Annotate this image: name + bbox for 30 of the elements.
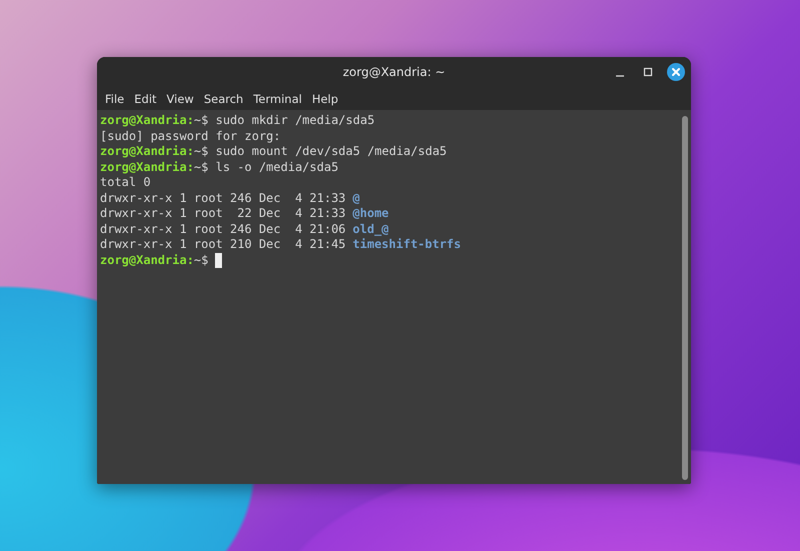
minimize-icon — [615, 75, 625, 77]
menu-item[interactable]: Edit — [130, 90, 161, 108]
terminal-text: [sudo] password for zorg: — [100, 128, 281, 144]
terminal-text: drwxr-xr-x 1 root 22 Dec 4 21:33 — [100, 206, 346, 222]
menu-item[interactable]: View — [162, 90, 198, 108]
terminal-text: ~$ sudo mkdir /media/sda5 — [194, 113, 375, 128]
directory-name: @ — [352, 190, 360, 206]
prompt-text: zorg@Xandria: — [100, 113, 194, 128]
window-title: zorg@Xandria: ~ — [342, 65, 446, 79]
prompt-text: zorg@Xandria: — [100, 252, 194, 268]
terminal-text: total 0 — [100, 175, 151, 190]
directory-name: old_@ — [352, 222, 389, 237]
prompt-text: zorg@Xandria: — [100, 160, 194, 175]
terminal-text: drwxr-xr-x 1 root 210 Dec 4 21:45 — [100, 237, 346, 252]
terminal-text: ~$ sudo mount /dev/sda5 /media/sda5 — [194, 144, 447, 160]
directory-name: @home — [352, 206, 389, 222]
terminal-text: drwxr-xr-x 1 root 246 Dec 4 21:33 — [100, 190, 346, 206]
terminal-text: ~$ ls -o /media/sda5 — [194, 160, 338, 175]
close-icon — [671, 67, 681, 77]
maximize-icon — [643, 67, 653, 77]
prompt-text: zorg@Xandria: — [100, 144, 194, 160]
close-button[interactable] — [667, 63, 685, 81]
directory-name: timeshift-btrfs — [352, 237, 462, 252]
menu-item[interactable]: File — [101, 90, 128, 108]
menu-item[interactable]: Terminal — [249, 90, 306, 108]
terminal-text: drwxr-xr-x 1 root 246 Dec 4 21:06 — [100, 222, 346, 237]
menu-item[interactable]: Help — [308, 90, 342, 108]
terminal-text: ~$ — [194, 252, 208, 268]
scrollbar-thumb[interactable] — [682, 116, 688, 480]
menu-item[interactable]: Search — [200, 90, 248, 108]
